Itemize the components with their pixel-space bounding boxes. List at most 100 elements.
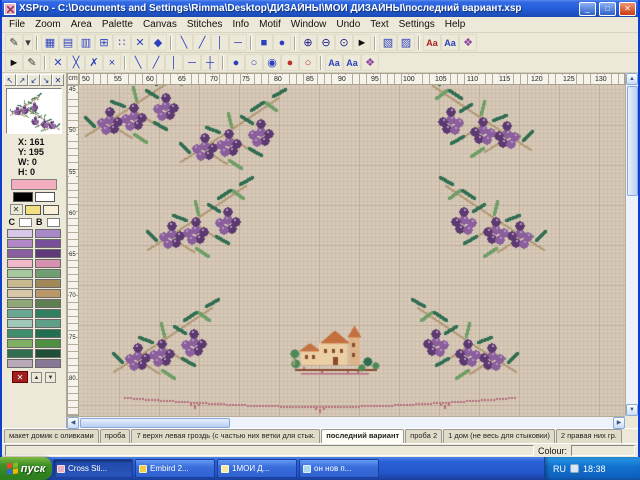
task-button[interactable]: Cross Sti... bbox=[53, 459, 133, 478]
menu-undo[interactable]: Undo bbox=[331, 17, 365, 32]
yellow-swatch[interactable] bbox=[25, 205, 41, 215]
palette-swatch[interactable] bbox=[35, 299, 61, 308]
palette-swatch[interactable] bbox=[35, 359, 61, 368]
horizontal-scrollbar[interactable]: ◀ ▶ bbox=[67, 416, 625, 428]
palette-swatch[interactable] bbox=[35, 339, 61, 348]
zoom-reset[interactable]: ⊙ bbox=[335, 34, 353, 51]
three-quarter-stitch[interactable]: ✗ bbox=[85, 54, 103, 71]
dir-tool-ne[interactable]: ↗ bbox=[16, 74, 28, 86]
palette-swatch[interactable] bbox=[7, 329, 33, 338]
palette-swatch[interactable] bbox=[35, 319, 61, 328]
diamond-marker[interactable]: ◆ bbox=[149, 34, 167, 51]
symbol-view[interactable]: ▨ bbox=[397, 34, 415, 51]
backstitch-horizontal[interactable]: ─ bbox=[229, 34, 247, 51]
palette-swatch[interactable] bbox=[7, 239, 33, 248]
font-cyrillic[interactable]: Аа bbox=[441, 34, 459, 51]
dir-tool-nw[interactable]: ↖ bbox=[4, 74, 16, 86]
scroll-up-button[interactable]: ▲ bbox=[626, 73, 638, 85]
font-latin[interactable]: Aa bbox=[423, 34, 441, 51]
scroll-right-button[interactable]: ▶ bbox=[613, 417, 625, 429]
pattern-tab[interactable]: последний вариант bbox=[321, 429, 404, 443]
menu-settings[interactable]: Settings bbox=[394, 17, 440, 32]
zoom-out[interactable]: ⊖ bbox=[317, 34, 335, 51]
full-stitch-view[interactable]: ▦ bbox=[41, 34, 59, 51]
tray-app-icon[interactable] bbox=[570, 464, 579, 473]
pattern-tab[interactable]: проба 2 bbox=[405, 429, 442, 443]
quarter-stitch-view[interactable]: ▥ bbox=[77, 34, 95, 51]
palette-swatch[interactable] bbox=[7, 309, 33, 318]
backstitch-ne[interactable]: ╱ bbox=[193, 34, 211, 51]
palette-swatch[interactable] bbox=[7, 279, 33, 288]
palette-swatch[interactable] bbox=[7, 259, 33, 268]
palette-swatch[interactable] bbox=[7, 269, 33, 278]
scroll-down-button[interactable]: ▼ bbox=[626, 404, 638, 416]
pencil-mode-dropdown[interactable]: ▾ bbox=[23, 34, 33, 51]
backstitch-diag-right[interactable]: ╱ bbox=[147, 54, 165, 71]
pattern-tab[interactable]: 1 дом (не весь для стыковки) bbox=[443, 429, 555, 443]
quarter-stitch[interactable]: × bbox=[103, 54, 121, 71]
palette-scroll-down[interactable]: ▼ bbox=[45, 372, 56, 383]
palette-scroll-up[interactable]: ▲ bbox=[31, 372, 42, 383]
dir-tool-se[interactable]: ↘ bbox=[40, 74, 52, 86]
pattern-tab[interactable]: 7 верхн левая гроздь (с частью них ветки… bbox=[131, 429, 320, 443]
menu-help[interactable]: Help bbox=[440, 17, 471, 32]
palette-swatch[interactable] bbox=[35, 289, 61, 298]
pattern-tab[interactable]: 2 правая них гр. bbox=[556, 429, 622, 443]
current-color-swatch[interactable] bbox=[11, 179, 57, 190]
vertical-scrollbar[interactable]: ▲ ▼ bbox=[625, 73, 638, 416]
menu-stitches[interactable]: Stitches bbox=[182, 17, 228, 32]
dir-tool-cross[interactable]: ✕ bbox=[52, 74, 64, 86]
full-cross-stitch[interactable]: ✕ bbox=[49, 54, 67, 71]
pencil-tool[interactable]: ✎ bbox=[5, 34, 23, 51]
menu-zoom[interactable]: Zoom bbox=[30, 17, 66, 32]
task-button[interactable]: 1МОИ Д... bbox=[217, 459, 297, 478]
palette-swatch[interactable] bbox=[35, 239, 61, 248]
horizontal-scroll-thumb[interactable] bbox=[80, 418, 230, 428]
palette-delete-button[interactable]: ✕ bbox=[12, 371, 28, 383]
column-c-box[interactable] bbox=[19, 218, 32, 227]
select-tool[interactable]: ► bbox=[5, 54, 23, 71]
zoom-in[interactable]: ⊕ bbox=[299, 34, 317, 51]
dots-view[interactable]: ∷ bbox=[113, 34, 131, 51]
palette-swatch[interactable] bbox=[35, 229, 61, 238]
language-indicator[interactable]: RU bbox=[553, 464, 566, 474]
pattern-view[interactable]: ▧ bbox=[379, 34, 397, 51]
cross-marker[interactable]: ✕ bbox=[131, 34, 149, 51]
pattern-tab[interactable]: проба bbox=[100, 429, 131, 443]
scroll-left-button[interactable]: ◀ bbox=[67, 417, 79, 429]
menu-canvas[interactable]: Canvas bbox=[138, 17, 182, 32]
palette-swatch[interactable] bbox=[35, 329, 61, 338]
minimize-button[interactable]: _ bbox=[579, 2, 596, 16]
palette-swatch[interactable] bbox=[7, 299, 33, 308]
palette-swatch[interactable] bbox=[7, 319, 33, 328]
bead-tool[interactable]: ◉ bbox=[263, 54, 281, 71]
palette-swatch[interactable] bbox=[35, 269, 61, 278]
backstitch-cross[interactable]: ┼ bbox=[201, 54, 219, 71]
white-swatch[interactable] bbox=[35, 192, 55, 202]
pattern-preview[interactable] bbox=[6, 88, 62, 134]
palette-swatch[interactable] bbox=[7, 359, 33, 368]
half-cross-stitch[interactable]: ╳ bbox=[67, 54, 85, 71]
grid-toggle[interactable]: ⊞ bbox=[95, 34, 113, 51]
backstitch-line-h[interactable]: ─ bbox=[183, 54, 201, 71]
backstitch-line-v[interactable]: │ bbox=[165, 54, 183, 71]
palette-swatch[interactable] bbox=[35, 279, 61, 288]
backstitch-nw[interactable]: ╲ bbox=[175, 34, 193, 51]
backstitch-vertical[interactable]: │ bbox=[211, 34, 229, 51]
palette-swatch[interactable] bbox=[35, 249, 61, 258]
column-b-box[interactable] bbox=[47, 218, 60, 227]
clear-color-button[interactable]: ✕ bbox=[10, 204, 23, 215]
palette-swatch[interactable] bbox=[7, 229, 33, 238]
menu-window[interactable]: Window bbox=[286, 17, 332, 32]
black-swatch[interactable] bbox=[13, 192, 33, 202]
half-stitch-view[interactable]: ▤ bbox=[59, 34, 77, 51]
task-button[interactable]: Embird 2... bbox=[135, 459, 215, 478]
pattern-tab[interactable]: макет домик с оливками bbox=[4, 429, 99, 443]
text-cyrillic[interactable]: Аа bbox=[343, 54, 361, 71]
cream-swatch[interactable] bbox=[43, 205, 59, 215]
menu-file[interactable]: File bbox=[4, 17, 30, 32]
menu-text[interactable]: Text bbox=[365, 17, 393, 32]
select-arrow[interactable]: ► bbox=[353, 34, 371, 51]
start-button[interactable]: пуск bbox=[0, 457, 52, 480]
filled-circle-tool[interactable]: ● bbox=[273, 34, 291, 51]
